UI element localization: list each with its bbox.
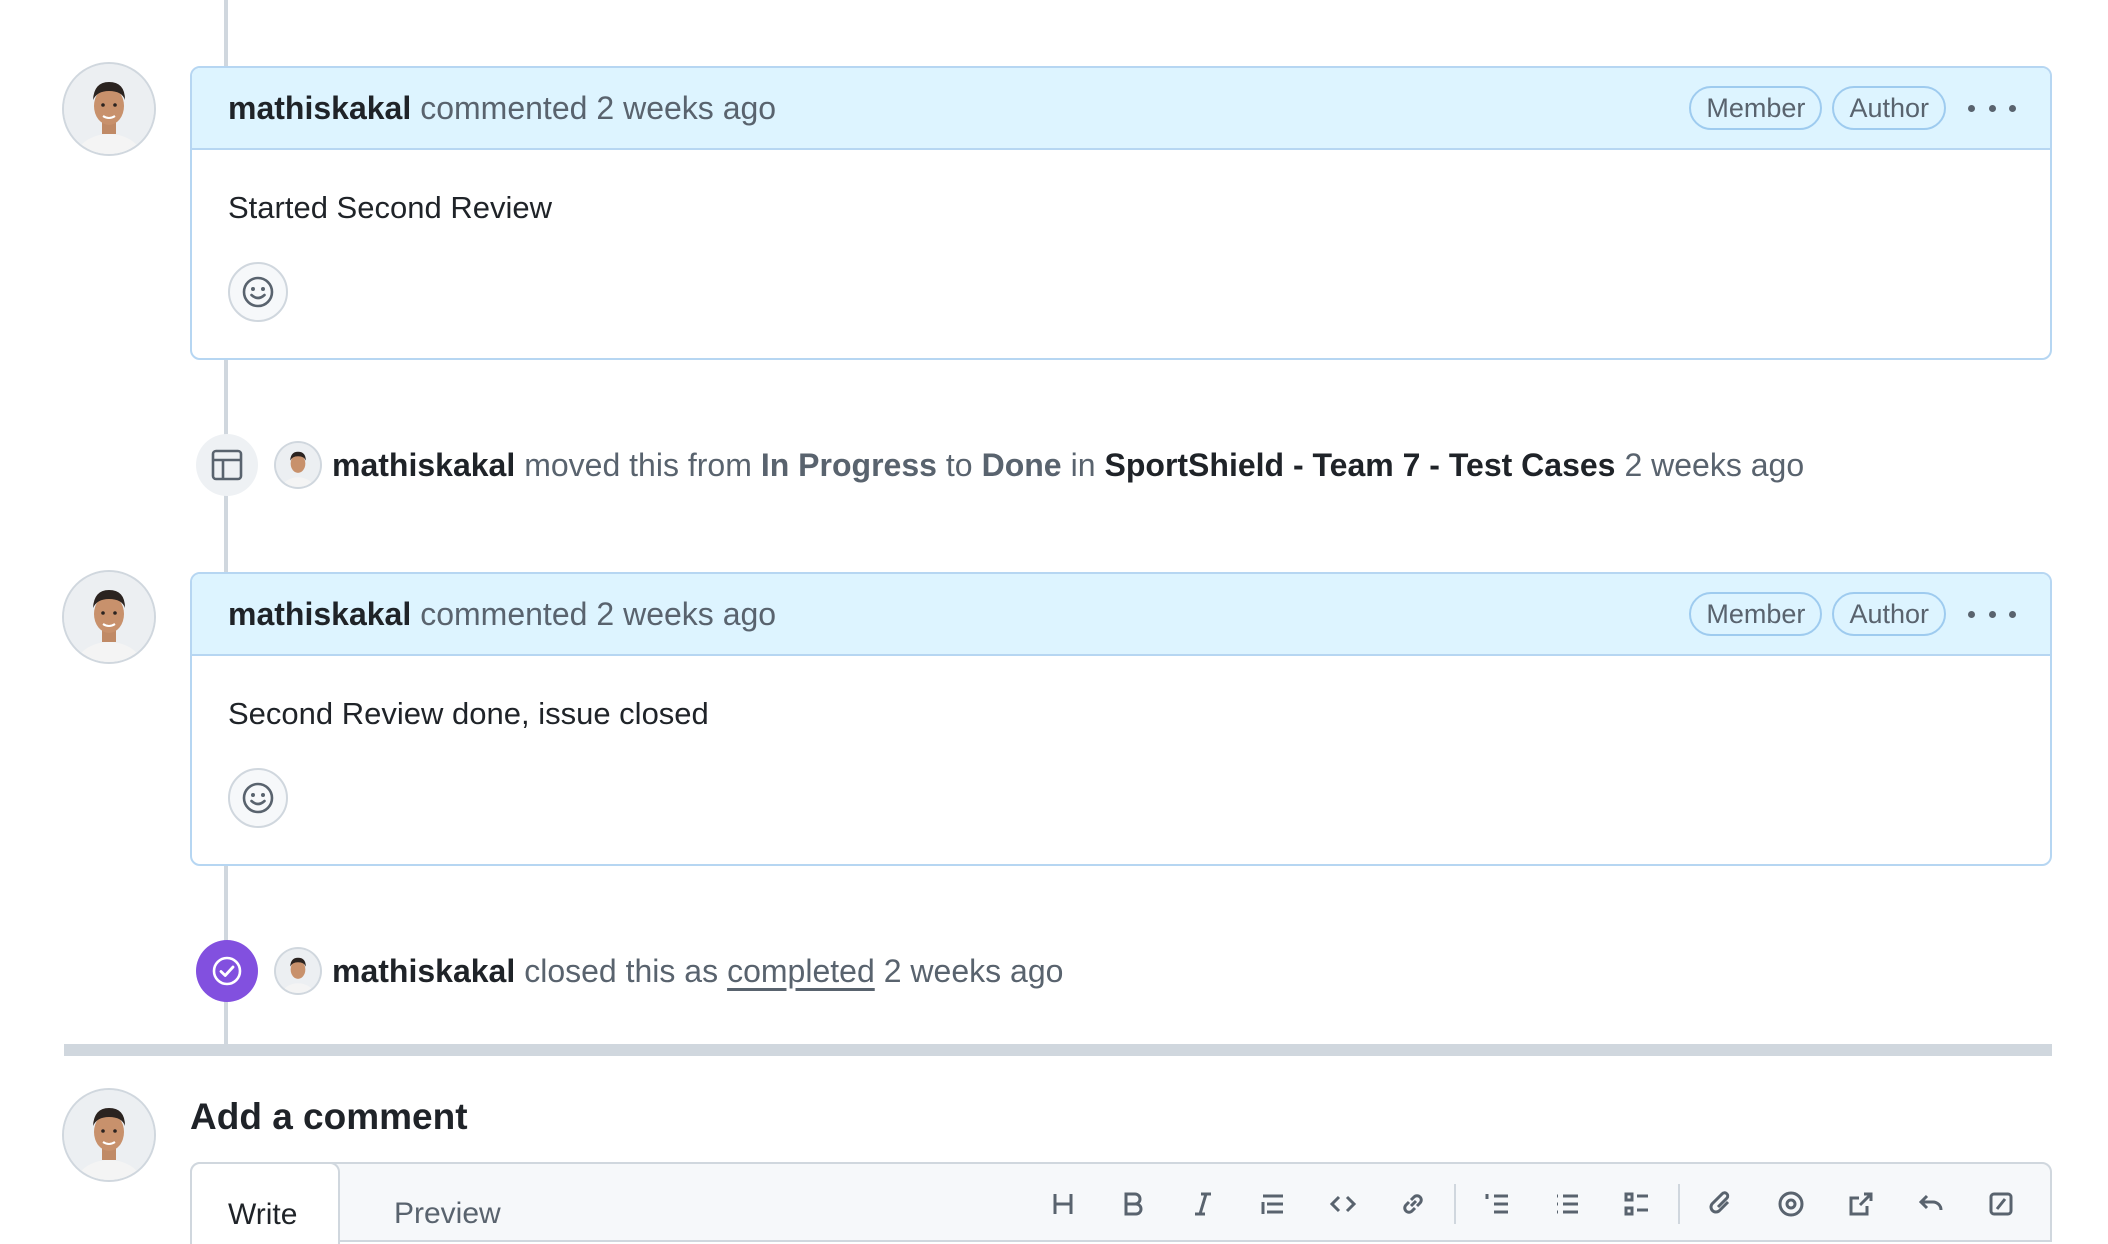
comment-action: commented bbox=[420, 89, 588, 126]
avatar[interactable] bbox=[276, 443, 320, 487]
more-options-icon[interactable] bbox=[1968, 599, 2016, 629]
from-column: In Progress bbox=[760, 446, 937, 483]
toolbar-divider bbox=[1454, 1184, 1456, 1224]
ordered-list-icon[interactable] bbox=[1462, 1182, 1532, 1226]
user-avatar-image bbox=[276, 949, 320, 993]
event-text: closed this as bbox=[524, 952, 719, 989]
avatar[interactable] bbox=[64, 64, 154, 154]
more-options-icon[interactable] bbox=[1968, 93, 2016, 123]
avatar[interactable] bbox=[64, 1090, 154, 1180]
add-comment-title: Add a comment bbox=[190, 1096, 468, 1137]
comment-card: mathiskakal commented 2 weeks ago Member… bbox=[190, 66, 2052, 360]
comment-action: commented bbox=[420, 595, 588, 632]
event-badge bbox=[196, 434, 258, 496]
member-badge: Member bbox=[1689, 86, 1823, 130]
timeline-divider bbox=[64, 1044, 2052, 1056]
add-reaction-button[interactable] bbox=[228, 262, 288, 322]
link-icon[interactable] bbox=[1378, 1182, 1448, 1226]
smiley-icon bbox=[242, 782, 274, 814]
comment-author[interactable]: mathiskakal bbox=[228, 596, 411, 633]
closed-event: mathiskakal closed this as completed 2 w… bbox=[196, 940, 1063, 1002]
comment-editor: Write Preview bbox=[190, 1162, 2052, 1244]
bold-icon[interactable] bbox=[1098, 1182, 1168, 1226]
user-avatar-image bbox=[64, 572, 154, 662]
closed-badge bbox=[196, 940, 258, 1002]
avatar[interactable] bbox=[64, 572, 154, 662]
author-badge: Author bbox=[1832, 86, 1946, 130]
comment-text: Started Second Review bbox=[228, 190, 552, 225]
to-column: Done bbox=[981, 446, 1062, 483]
mention-icon[interactable] bbox=[1756, 1182, 1826, 1226]
comment-header: mathiskakal commented 2 weeks ago Member… bbox=[192, 574, 2050, 656]
comment-body: Second Review done, issue closed bbox=[192, 656, 2050, 828]
tab-write[interactable]: Write bbox=[190, 1162, 340, 1244]
toolbar-divider bbox=[1678, 1184, 1680, 1224]
comment-timestamp[interactable]: 2 weeks ago bbox=[596, 596, 776, 633]
user-avatar-image bbox=[64, 64, 154, 154]
event-author[interactable]: mathiskakal bbox=[332, 953, 515, 990]
author-badge: Author bbox=[1832, 592, 1946, 636]
comment-author[interactable]: mathiskakal bbox=[228, 90, 411, 127]
reply-icon[interactable] bbox=[1896, 1182, 1966, 1226]
heading-icon[interactable] bbox=[1028, 1182, 1098, 1226]
event-timestamp[interactable]: 2 weeks ago bbox=[884, 953, 1064, 990]
check-circle-icon bbox=[212, 956, 242, 986]
task-list-icon[interactable] bbox=[1602, 1182, 1672, 1226]
event-text: to bbox=[945, 446, 973, 483]
comment-card: mathiskakal commented 2 weeks ago Member… bbox=[190, 572, 2052, 866]
comment-text: Second Review done, issue closed bbox=[228, 696, 709, 731]
moved-event: mathiskakal moved this from In Progress … bbox=[196, 434, 1804, 496]
event-author[interactable]: mathiskakal bbox=[332, 447, 515, 484]
event-timestamp[interactable]: 2 weeks ago bbox=[1624, 447, 1804, 484]
user-avatar-image bbox=[276, 443, 320, 487]
add-reaction-button[interactable] bbox=[228, 768, 288, 828]
avatar[interactable] bbox=[276, 949, 320, 993]
tab-preview[interactable]: Preview bbox=[358, 1162, 537, 1244]
table-icon bbox=[211, 449, 243, 481]
slash-command-icon[interactable] bbox=[1966, 1182, 2036, 1226]
event-text: moved this from bbox=[524, 446, 752, 483]
quote-icon[interactable] bbox=[1238, 1182, 1308, 1226]
attach-icon[interactable] bbox=[1686, 1182, 1756, 1226]
cross-reference-icon[interactable] bbox=[1826, 1182, 1896, 1226]
comment-body: Started Second Review bbox=[192, 150, 2050, 322]
event-text: in bbox=[1070, 446, 1096, 483]
markdown-toolbar bbox=[1028, 1182, 2036, 1226]
user-avatar-image bbox=[64, 1090, 154, 1180]
project-link[interactable]: SportShield - Team 7 - Test Cases bbox=[1105, 447, 1616, 484]
comment-timestamp[interactable]: 2 weeks ago bbox=[596, 90, 776, 127]
member-badge: Member bbox=[1689, 592, 1823, 636]
completed-link[interactable]: completed bbox=[727, 953, 875, 990]
code-icon[interactable] bbox=[1308, 1182, 1378, 1226]
unordered-list-icon[interactable] bbox=[1532, 1182, 1602, 1226]
italic-icon[interactable] bbox=[1168, 1182, 1238, 1226]
timeline-line bbox=[224, 0, 228, 66]
comment-header: mathiskakal commented 2 weeks ago Member… bbox=[192, 68, 2050, 150]
smiley-icon bbox=[242, 276, 274, 308]
